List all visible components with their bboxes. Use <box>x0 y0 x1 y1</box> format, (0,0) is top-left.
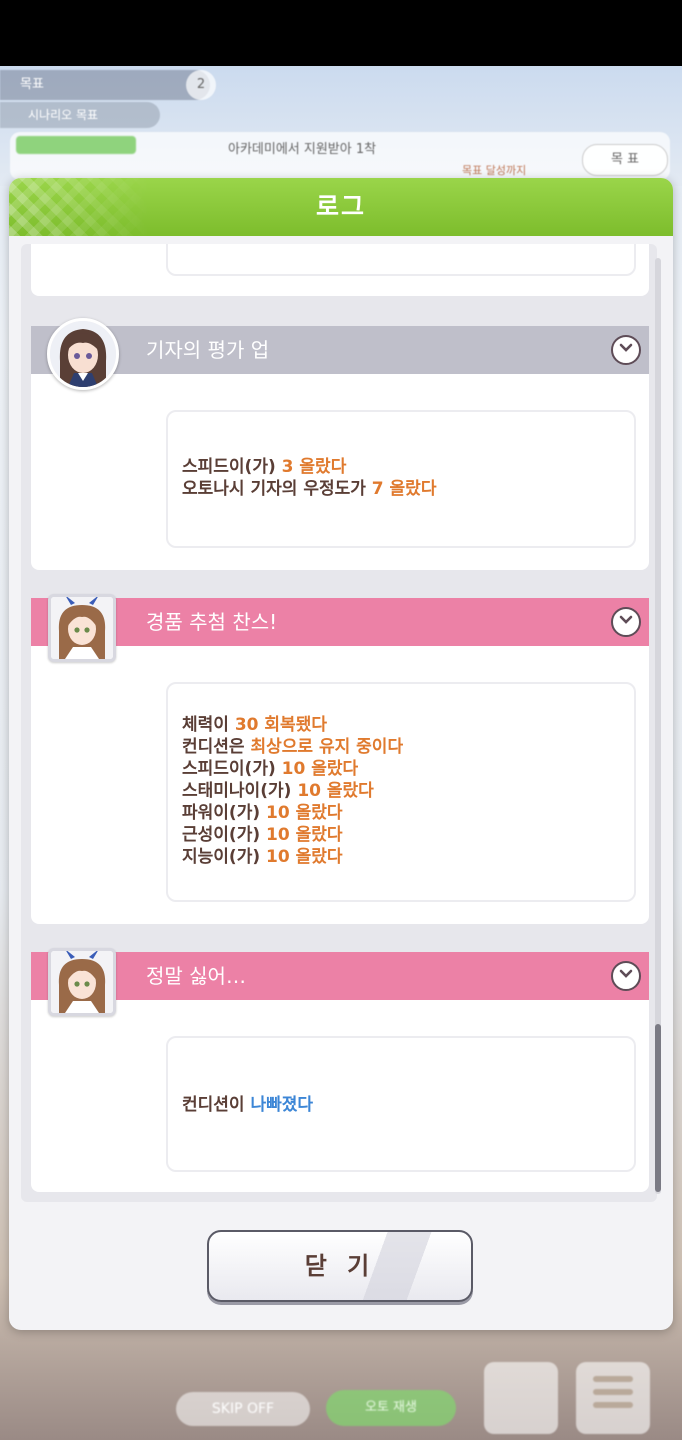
log-line: 체력이 30 회복됐다 <box>182 715 327 735</box>
log-entry: 경품 추첨 찬스! 체력이 30 회복됐다 컨디션은 최상으로 유지 중이다 스… <box>31 598 649 924</box>
goal-count-badge: 2 <box>186 70 216 100</box>
menu-icon <box>593 1376 633 1382</box>
scenario-goal-chip: 시나리오 목표 <box>0 102 160 128</box>
log-entry: 기자의 평가 업 스피드이(가) 3 올랐다 오토나시 기자의 우정도가 7 올… <box>31 326 649 570</box>
goal-button: 목 표 <box>582 144 668 176</box>
log-line: 스피드이(가) 10 올랐다 <box>182 759 359 779</box>
log-line: 컨디션은 최상으로 유지 중이다 <box>182 737 404 757</box>
log-message-box: 컨디션이 나빠졌다 <box>166 1036 636 1172</box>
log-dialog: 로그 기자의 평가 업 스피드이(가) 3 올랐다 오토나시 기자의 우정도가 … <box>9 178 673 1330</box>
avatar-reporter <box>47 318 119 390</box>
log-entry-title: 정말 싫어… <box>146 964 246 988</box>
avatar-horse-girl <box>48 948 116 1016</box>
skip-toggle: SKIP OFF <box>176 1392 310 1426</box>
log-line: 오토나시 기자의 우정도가 7 올랐다 <box>182 479 437 499</box>
log-entry-previous <box>31 244 649 296</box>
log-entry-header[interactable]: 기자의 평가 업 <box>31 326 649 374</box>
log-line: 스태미나이(가) 10 올랐다 <box>182 781 374 801</box>
log-entry-header[interactable]: 경품 추첨 찬스! <box>31 598 649 646</box>
goal-progress-bar <box>16 136 136 154</box>
log-line: 파워이(가) 10 올랐다 <box>182 803 343 823</box>
log-message-box: 체력이 30 회복됐다 컨디션은 최상으로 유지 중이다 스피드이(가) 10 … <box>166 682 636 902</box>
scrollbar-thumb[interactable] <box>655 1024 661 1192</box>
log-message-box <box>166 244 636 276</box>
log-entry-title: 경품 추첨 찬스! <box>146 610 278 634</box>
avatar-horse-girl <box>48 594 116 662</box>
chevron-down-icon[interactable] <box>611 961 641 991</box>
close-button-label: 닫 기 <box>304 1252 376 1280</box>
log-message-box: 스피드이(가) 3 올랐다 오토나시 기자의 우정도가 7 올랐다 <box>166 410 636 548</box>
log-scroll-area[interactable]: 기자의 평가 업 스피드이(가) 3 올랐다 오토나시 기자의 우정도가 7 올… <box>21 244 657 1202</box>
chevron-down-icon[interactable] <box>611 335 641 365</box>
menu-button-background <box>576 1362 650 1434</box>
auto-play-button: 오토 재생 <box>326 1390 456 1426</box>
close-button[interactable]: 닫 기 <box>207 1230 473 1302</box>
log-button-background <box>484 1362 558 1434</box>
goal-card-text: 아카데미에서 지원받아 1착 <box>228 142 377 157</box>
status-bar <box>0 0 682 66</box>
log-line: 스피드이(가) 3 올랐다 <box>182 457 347 477</box>
log-line: 지능이(가) 10 올랐다 <box>182 847 343 867</box>
log-entry-title: 기자의 평가 업 <box>146 338 270 362</box>
log-entry: 정말 싫어… 컨디션이 나빠졌다 <box>31 952 649 1192</box>
log-line: 근성이(가) 10 올랐다 <box>182 825 343 845</box>
dialog-title: 로그 <box>315 192 366 221</box>
chevron-down-icon[interactable] <box>611 607 641 637</box>
log-entry-header[interactable]: 정말 싫어… <box>31 952 649 1000</box>
log-line: 컨디션이 나빠졌다 <box>182 1095 314 1115</box>
goal-card-subtext: 목표 달성까지 <box>462 164 527 177</box>
goal-chip: 목표 <box>0 70 210 100</box>
